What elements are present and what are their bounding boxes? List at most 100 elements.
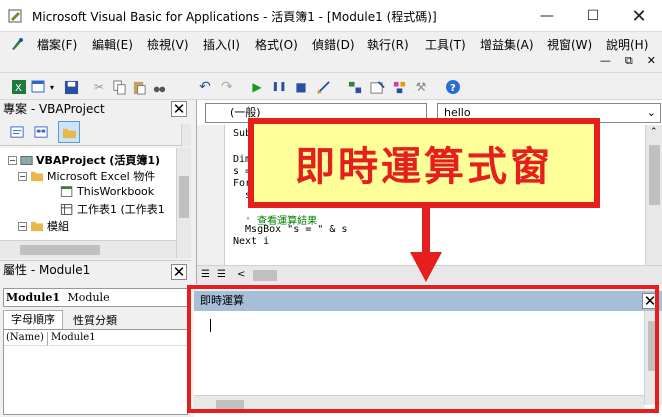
tree-root-label: VBAProject (活頁簿1) xyxy=(36,154,161,167)
cut-icon[interactable]: ✂ xyxy=(90,78,108,96)
code-vscroll[interactable]: ⌃ xyxy=(645,125,662,265)
close-icon[interactable]: ✕ xyxy=(616,0,662,32)
tree-excel-objects-label: Microsoft Excel 物件 xyxy=(47,170,156,183)
prop-name-cell[interactable]: (Name) xyxy=(4,332,48,346)
tree-root[interactable]: − VBAProject (活頁簿1) xyxy=(8,152,160,168)
svg-text:?: ? xyxy=(450,83,456,94)
menu-insert[interactable]: 插入(I) xyxy=(203,36,240,53)
scroll-thumb[interactable] xyxy=(20,245,100,255)
minimize-icon[interactable]: — xyxy=(524,0,570,32)
workbook-icon xyxy=(60,186,73,197)
properties-close-icon[interactable]: ✕ xyxy=(171,264,187,280)
callout-box: 即時運算式窗 xyxy=(248,118,600,208)
prop-value-cell[interactable]: Module1 xyxy=(49,332,187,346)
code-line[interactable]: Next i xyxy=(233,236,269,247)
full-module-view-icon[interactable]: ☰ xyxy=(217,269,226,280)
scroll-thumb[interactable] xyxy=(649,145,660,205)
properties-window-icon[interactable] xyxy=(368,78,386,96)
code-line[interactable]: MsgBox "s = " & s xyxy=(233,224,347,235)
redo-icon[interactable]: ↷ xyxy=(218,78,236,96)
menu-view[interactable]: 檢視(V) xyxy=(147,36,189,53)
scroll-left-icon[interactable]: < xyxy=(237,269,245,280)
help-icon[interactable]: ? xyxy=(444,78,462,96)
pause-icon[interactable]: ❚❚ xyxy=(270,78,288,96)
copy-icon[interactable] xyxy=(110,78,128,96)
toggle-folders-icon[interactable] xyxy=(58,121,80,143)
menu-format[interactable]: 格式(O) xyxy=(255,36,298,53)
undo-icon[interactable]: ↶ xyxy=(196,78,214,96)
tab-alphabetic[interactable]: 字母順序 xyxy=(3,310,63,329)
title-bar: Microsoft Visual Basic for Applications … xyxy=(0,0,662,32)
folder-icon xyxy=(31,171,43,182)
project-pane: 專案 - VBAProject ✕ − VBAProject (活頁簿1) − … xyxy=(0,100,191,258)
tab-categorized[interactable]: 性質分類 xyxy=(65,312,125,329)
vba-app-icon xyxy=(8,9,22,23)
vbaproject-icon xyxy=(20,155,33,165)
svg-text:X: X xyxy=(15,83,22,94)
menu-edit[interactable]: 編輯(E) xyxy=(92,36,133,53)
project-tree: − VBAProject (活頁簿1) − Microsoft Excel 物件… xyxy=(0,148,191,258)
menu-run[interactable]: 執行(R) xyxy=(367,36,409,53)
project-close-icon[interactable]: ✕ xyxy=(171,101,187,117)
standard-toolbar: X ▾ ✂ ↶ ↷ ▶ ❚❚ ■ ⚒ ? xyxy=(0,72,662,100)
maximize-icon[interactable]: ☐ xyxy=(570,0,616,32)
tree-modules-label: 模組 xyxy=(47,220,69,233)
save-icon[interactable] xyxy=(62,78,80,96)
find-icon[interactable] xyxy=(150,78,168,96)
project-toolbar-scroll[interactable] xyxy=(181,124,191,146)
tree-thisworkbook-label: ThisWorkbook xyxy=(77,185,155,198)
collapse-icon[interactable]: − xyxy=(8,155,17,165)
menu-help[interactable]: 說明(H) xyxy=(606,36,648,53)
collapse-icon[interactable]: − xyxy=(18,171,27,181)
mdi-restore-icon[interactable]: ⧉ xyxy=(625,54,633,70)
project-pane-title: 專案 - VBAProject xyxy=(0,100,191,118)
collapse-icon[interactable]: − xyxy=(18,221,27,231)
object-name: Module1 xyxy=(6,291,61,304)
tree-sheet1[interactable]: 工作表1 (工作表1 xyxy=(60,201,165,217)
menu-tools[interactable]: 工具(T) xyxy=(425,36,466,53)
worksheet-icon xyxy=(60,203,73,215)
object-selector[interactable]: Module1 Module xyxy=(3,288,188,307)
object-browser-icon[interactable] xyxy=(390,78,408,96)
project-tree-vscroll[interactable] xyxy=(176,148,191,258)
dropdown-arrow-icon[interactable]: ▾ xyxy=(48,78,56,96)
stop-icon[interactable]: ■ xyxy=(292,78,310,96)
mdi-minimize-icon[interactable]: — xyxy=(600,54,611,70)
property-grid: (Name) Module1 xyxy=(3,329,188,415)
properties-pane: 屬性 - Module1 ✕ Module1 Module 字母順序 性質分類 … xyxy=(0,260,191,417)
view-code-icon[interactable] xyxy=(8,123,26,141)
menu-window[interactable]: 視窗(W) xyxy=(547,36,592,53)
callout-arrow-icon xyxy=(410,206,442,282)
object-type: Module xyxy=(67,291,110,304)
paste-icon[interactable] xyxy=(130,78,148,96)
tree-excel-objects[interactable]: − Microsoft Excel 物件 xyxy=(18,168,155,184)
margin-indicator-bar[interactable] xyxy=(197,125,225,265)
scroll-up-icon[interactable]: ⌃ xyxy=(650,127,658,137)
mdi-controls: — ⧉ ✕ xyxy=(600,54,656,70)
procedure-view-icon[interactable]: ☰ xyxy=(201,269,210,280)
menu-debug[interactable]: 偵錯(D) xyxy=(312,36,355,53)
window-title: Microsoft Visual Basic for Applications … xyxy=(32,10,437,24)
scroll-thumb[interactable] xyxy=(179,176,189,218)
view-object-icon[interactable] xyxy=(32,123,50,141)
tree-modules[interactable]: − 模組 xyxy=(18,218,69,234)
tree-thisworkbook[interactable]: ThisWorkbook xyxy=(60,185,154,198)
callout-text: 即時運算式窗 xyxy=(295,144,553,190)
scroll-thumb[interactable] xyxy=(253,270,277,281)
run-icon[interactable]: ▶ xyxy=(248,78,266,96)
design-mode-icon[interactable] xyxy=(314,78,332,96)
immediate-highlight-box xyxy=(187,285,659,413)
menu-file[interactable]: 檔案(F) xyxy=(37,36,77,53)
project-tree-hscroll[interactable] xyxy=(0,240,176,258)
chevron-down-icon[interactable]: ⌄ xyxy=(647,104,656,122)
folder-icon xyxy=(31,221,43,232)
vba-doc-icon[interactable] xyxy=(10,36,26,52)
properties-pane-title: 屬性 - Module1 xyxy=(0,261,191,279)
menu-addins[interactable]: 增益集(A) xyxy=(480,36,534,53)
toolbox-icon[interactable]: ⚒ xyxy=(412,78,430,96)
insert-userform-icon[interactable] xyxy=(30,78,48,96)
menu-bar: 檔案(F) 編輯(E) 檢視(V) 插入(I) 格式(O) 偵錯(D) 執行(R… xyxy=(0,32,662,56)
mdi-close-icon[interactable]: ✕ xyxy=(647,54,656,70)
excel-icon[interactable]: X xyxy=(10,78,28,96)
project-explorer-icon[interactable] xyxy=(346,78,364,96)
